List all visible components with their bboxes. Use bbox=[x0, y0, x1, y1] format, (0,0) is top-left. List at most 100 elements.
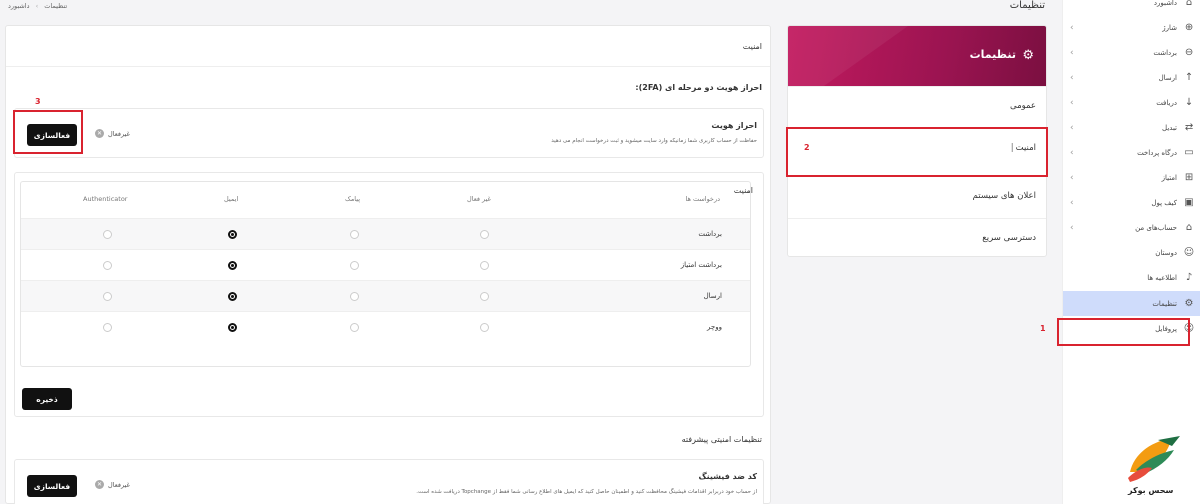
settings-header: ⚙ تنظیمات bbox=[788, 26, 1046, 86]
bell-icon: ♪ bbox=[1185, 272, 1193, 283]
sidebar-item-12[interactable]: ⚙ تنظیمات bbox=[1063, 291, 1200, 316]
twofa-description: حفاظت از حساب کاربری شما زمانیکه وارد سا… bbox=[551, 138, 757, 144]
sidebar-item-label: برداشت bbox=[1153, 48, 1177, 57]
radio-option[interactable] bbox=[350, 323, 359, 332]
gift-icon: ⊞ bbox=[1184, 172, 1194, 183]
table-row: برداشت امتیاز bbox=[21, 249, 750, 281]
sidebar-item-label: کیف پول bbox=[1151, 198, 1177, 207]
antiphishing-box: کد ضد فیشینگ از حساب خود دربرابر اقدامات… bbox=[14, 459, 764, 504]
chevron-icon: › bbox=[1070, 147, 1074, 158]
chevron-icon: › bbox=[1070, 222, 1074, 233]
close-circle-icon: ✕ bbox=[95, 480, 104, 489]
sidebar-item-label: دوستان bbox=[1155, 248, 1177, 257]
radio-option[interactable] bbox=[228, 292, 237, 301]
row-label: برداشت bbox=[698, 230, 722, 238]
sidebar-item-label: دریافت bbox=[1156, 98, 1177, 107]
antiphishing-status: غیرفعال ✕ bbox=[95, 480, 130, 489]
chevron-icon: › bbox=[1070, 72, 1074, 83]
column-header-sms: پیامک bbox=[345, 195, 361, 203]
sidebar: ⌂ داشبورد ⊕ شارژ › ⊖ برداشت › ↑ ارسال › ↓ دریافت › ⇄ تب… bbox=[1062, 0, 1200, 504]
sidebar-item-6[interactable]: ▭ درگاه پرداخت › bbox=[1063, 140, 1200, 165]
sidebar-item-label: تبدیل bbox=[1162, 123, 1177, 132]
gear-icon: ⚙ bbox=[1184, 298, 1194, 309]
radio-option[interactable] bbox=[103, 292, 112, 301]
chevron-icon: › bbox=[1070, 122, 1074, 133]
chevron-icon: › bbox=[1070, 22, 1074, 33]
settings-nav-notifications[interactable]: اعلان های سیستم bbox=[788, 176, 1046, 214]
radio-option[interactable] bbox=[480, 323, 489, 332]
radio-option[interactable] bbox=[228, 230, 237, 239]
twofa-title: احراز هویت bbox=[711, 121, 757, 130]
sidebar-item-11[interactable]: ♪ اطلاعیه ها bbox=[1063, 265, 1200, 290]
bank-icon: ⌂ bbox=[1185, 222, 1193, 233]
sidebar-item-7[interactable]: ⊞ امتیاز › bbox=[1063, 165, 1200, 190]
radio-option[interactable] bbox=[103, 230, 112, 239]
annotation-box-1 bbox=[1057, 318, 1190, 346]
sidebar-item-9[interactable]: ⌂ حساب‌های من › bbox=[1063, 215, 1200, 240]
radio-option[interactable] bbox=[228, 261, 237, 270]
row-label: ارسال bbox=[703, 292, 722, 300]
radio-option[interactable] bbox=[480, 230, 489, 239]
sidebar-item-label: ارسال bbox=[1158, 73, 1177, 82]
radio-option[interactable] bbox=[228, 323, 237, 332]
chevron-icon: › bbox=[1070, 97, 1074, 108]
arrow-up-circle-icon: ↑ bbox=[1184, 72, 1194, 83]
breadcrumb: تنظیمات › داشبورد bbox=[8, 2, 67, 10]
twofa-heading: احراز هویت دو مرحله ای (2FA): bbox=[635, 83, 762, 92]
radio-option[interactable] bbox=[350, 292, 359, 301]
row-label: ووچر bbox=[707, 323, 722, 331]
twofa-status: غیرفعال ✕ bbox=[95, 129, 130, 138]
sidebar-item-3[interactable]: ↑ ارسال › bbox=[1063, 65, 1200, 90]
radio-option[interactable] bbox=[350, 230, 359, 239]
antiphishing-description: از حساب خود دربرابر اقدامات فیشینگ محافظ… bbox=[416, 489, 757, 495]
antiphishing-activate-button[interactable]: فعالسازی bbox=[27, 475, 77, 497]
save-button[interactable]: ذخیره bbox=[22, 388, 72, 410]
radio-option[interactable] bbox=[350, 261, 359, 270]
row-label: برداشت امتیاز bbox=[680, 261, 722, 269]
advanced-heading: تنظیمات امنیتی پیشرفته bbox=[681, 435, 762, 444]
table-row: ارسال bbox=[21, 280, 750, 312]
exchange-icon: ⇄ bbox=[1184, 122, 1194, 133]
sidebar-item-1[interactable]: ⊕ شارژ › bbox=[1063, 15, 1200, 40]
settings-nav-general[interactable]: عمومی bbox=[788, 86, 1046, 124]
sidebar-item-10[interactable]: ☺ دوستان bbox=[1063, 240, 1200, 265]
brand-logo-text: سحس بوکر bbox=[1128, 486, 1174, 495]
breadcrumb-current[interactable]: تنظیمات bbox=[44, 2, 67, 10]
column-header-email: ایمیل bbox=[224, 195, 239, 203]
sidebar-item-5[interactable]: ⇄ تبدیل › bbox=[1063, 115, 1200, 140]
annotation-label-2: 2 bbox=[804, 143, 810, 152]
security-table: درخواست ها غیر فعال پیامک ایمیل Authenti… bbox=[20, 181, 751, 367]
sidebar-item-label: امتیاز bbox=[1161, 173, 1177, 182]
sidebar-item-8[interactable]: ▣ کیف پول › bbox=[1063, 190, 1200, 215]
settings-header-title: تنظیمات bbox=[969, 48, 1016, 61]
sidebar-item-2[interactable]: ⊖ برداشت › bbox=[1063, 40, 1200, 65]
users-icon: ☺ bbox=[1183, 247, 1195, 258]
antiphishing-title: کد ضد فیشینگ bbox=[698, 472, 757, 481]
sidebar-item-label: اطلاعیه ها bbox=[1147, 273, 1177, 282]
radio-option[interactable] bbox=[480, 261, 489, 270]
plus-circle-icon: ⊕ bbox=[1184, 22, 1194, 33]
annotation-label-1: 1 bbox=[1040, 324, 1046, 333]
brand-logo bbox=[1122, 432, 1186, 488]
radio-option[interactable] bbox=[480, 292, 489, 301]
sidebar-item-0[interactable]: ⌂ داشبورد bbox=[1063, 0, 1200, 15]
radio-option[interactable] bbox=[103, 323, 112, 332]
breadcrumb-home[interactable]: داشبورد bbox=[8, 2, 30, 10]
minus-circle-icon: ⊖ bbox=[1184, 47, 1194, 58]
card-title: امنیت bbox=[742, 42, 762, 51]
gear-icon: ⚙ bbox=[1022, 48, 1034, 63]
sidebar-item-label: داشبورد bbox=[1153, 0, 1177, 7]
radio-option[interactable] bbox=[103, 261, 112, 270]
annotation-box-2 bbox=[786, 127, 1048, 177]
settings-nav-quick-access[interactable]: دسترسی سریع bbox=[788, 218, 1046, 256]
sidebar-item-4[interactable]: ↓ دریافت › bbox=[1063, 90, 1200, 115]
credit-card-icon: ▭ bbox=[1184, 147, 1194, 158]
sidebar-item-label: تنظیمات bbox=[1152, 299, 1177, 308]
sidebar-item-label: درگاه پرداخت bbox=[1137, 148, 1177, 157]
chevron-icon: › bbox=[1070, 47, 1074, 58]
home-icon: ⌂ bbox=[1185, 0, 1193, 8]
page-title: تنظیمات bbox=[1009, 0, 1045, 11]
sidebar-item-label: شارژ bbox=[1162, 23, 1177, 32]
column-header-disabled: غیر فعال bbox=[467, 195, 491, 203]
close-circle-icon: ✕ bbox=[95, 129, 104, 138]
